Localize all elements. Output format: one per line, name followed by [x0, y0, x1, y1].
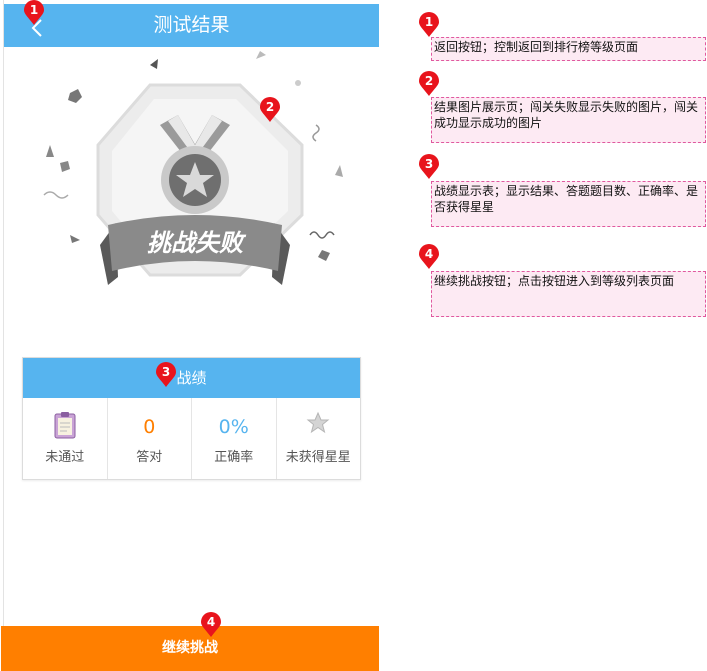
note-2: 结果图片展示页；闯关失败显示失败的图片，闯关成功显示成功的图片	[431, 97, 706, 143]
status-label: 未通过	[45, 450, 85, 465]
star-icon	[306, 411, 330, 434]
marker-4: 4	[200, 612, 222, 638]
svg-text:3: 3	[425, 157, 433, 171]
correct-count-value: 0	[143, 416, 156, 438]
note-1-marker: 1	[418, 12, 440, 38]
status-cell: 未通过	[23, 398, 108, 479]
marker-1: 1	[23, 0, 45, 26]
svg-text:4: 4	[425, 247, 433, 261]
note-4-marker: 4	[418, 244, 440, 270]
svg-text:1: 1	[30, 3, 38, 17]
result-image: 挑战失败	[40, 45, 350, 305]
results-table: 战绩 未通过 0 答对 0% 正确率 未获得星星	[22, 357, 361, 480]
banner-text: 挑战失败	[147, 229, 247, 257]
phone-screen: 测试结果 挑战失败 战绩 未通过 0 答对 0% 正确率 未获得星星 继续挑战	[1, 0, 379, 671]
continue-button[interactable]: 继续挑战	[1, 626, 379, 671]
correct-count-label: 答对	[136, 450, 163, 465]
marker-2: 2	[259, 97, 281, 123]
note-1: 返回按钮；控制返回到排行榜等级页面	[431, 37, 706, 61]
svg-text:3: 3	[162, 365, 170, 379]
note-4: 继续挑战按钮；点击按钮进入到等级列表页面	[431, 271, 706, 317]
svg-text:1: 1	[425, 15, 433, 29]
medal-badge-graphic: 挑战失败	[43, 51, 343, 285]
note-2-marker: 2	[418, 71, 440, 97]
accuracy-label: 正确率	[214, 450, 254, 465]
stars-cell: 未获得星星	[277, 398, 361, 479]
header-bar: 测试结果	[4, 4, 379, 47]
clipboard-icon	[54, 412, 76, 439]
marker-3: 3	[155, 362, 177, 388]
accuracy-value: 0%	[218, 416, 249, 438]
results-header: 战绩	[23, 358, 360, 398]
svg-text:4: 4	[207, 615, 215, 629]
note-3: 战绩显示表；显示结果、答题题目数、正确率、是否获得星星	[431, 181, 706, 227]
svg-text:2: 2	[266, 100, 274, 114]
page-title: 测试结果	[153, 14, 230, 36]
stars-label: 未获得星星	[285, 450, 351, 465]
accuracy-cell: 0% 正确率	[192, 398, 277, 479]
note-3-marker: 3	[418, 154, 440, 180]
svg-text:2: 2	[425, 74, 433, 88]
correct-count-cell: 0 答对	[108, 398, 192, 479]
